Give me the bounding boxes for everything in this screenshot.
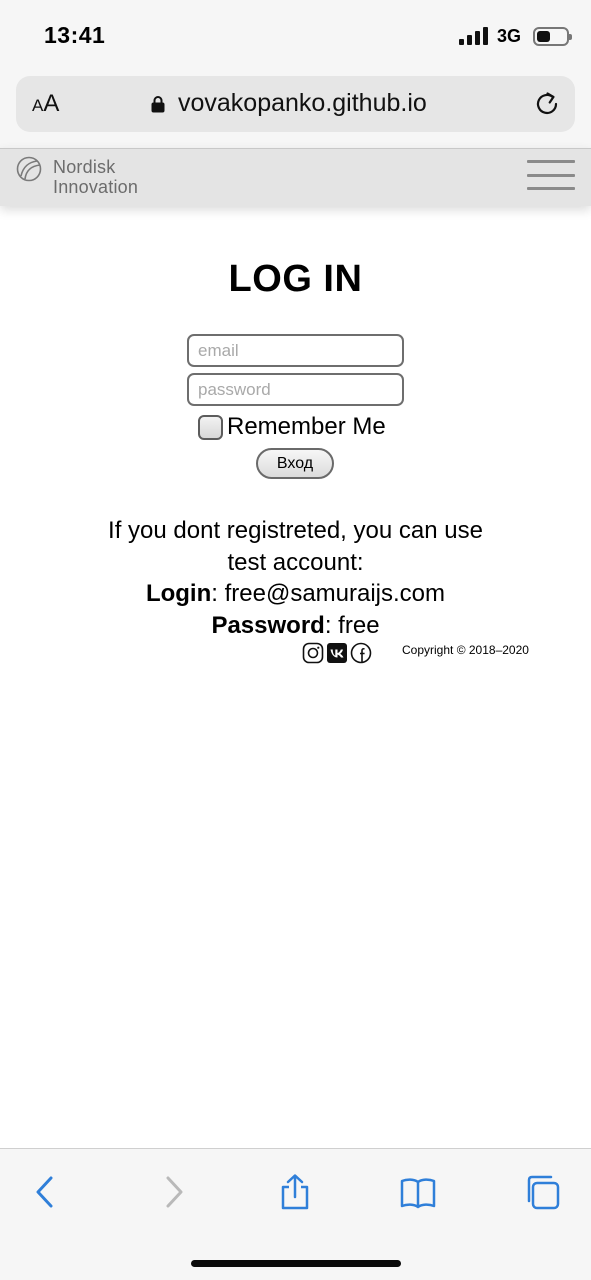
url-text[interactable]: vovakopanko.github.io [178, 89, 427, 118]
status-bar: 13:41 3G [0, 0, 591, 70]
back-icon[interactable] [28, 1174, 64, 1210]
logo-line-2: Innovation [53, 177, 139, 197]
lock-icon [151, 96, 165, 113]
login-credentials: Login: free@samuraijs.com [0, 578, 591, 610]
page-title: LOG IN [228, 258, 363, 300]
nordisk-logo-icon [16, 156, 42, 182]
password-credentials: Password: free [0, 610, 591, 642]
info-line-2: test account: [227, 548, 364, 576]
test-account-info: If you dont registreted, you can use tes… [0, 515, 591, 641]
bookmarks-icon[interactable] [400, 1174, 436, 1210]
login-label: Login [145, 580, 212, 607]
instagram-icon[interactable] [302, 642, 324, 664]
battery-icon [533, 26, 572, 46]
vk-icon[interactable] [326, 642, 348, 664]
address-bar[interactable]: AA vovakopanko.github.io [16, 76, 575, 132]
login-value: : free@samuraijs.com [211, 580, 446, 607]
social-links [302, 642, 372, 664]
password-value: : free [324, 611, 380, 639]
reload-icon[interactable] [533, 90, 561, 118]
facebook-icon[interactable] [350, 642, 372, 664]
login-button[interactable]: Вход [256, 448, 334, 479]
copyright-text: Copyright © 2018–2020 [402, 643, 529, 657]
home-indicator [191, 1260, 401, 1267]
text-size-button[interactable]: AA [32, 90, 59, 118]
status-indicators: 3G [458, 24, 572, 48]
network-type: 3G [496, 25, 521, 46]
browser-toolbar [0, 1148, 591, 1280]
signal-icon [458, 27, 488, 45]
logo-line-1: Nordisk [53, 157, 116, 177]
password-field[interactable] [187, 373, 404, 406]
tabs-icon[interactable] [524, 1174, 560, 1210]
email-field[interactable] [187, 334, 404, 367]
remember-me-checkbox[interactable] [198, 414, 223, 440]
share-icon[interactable] [277, 1174, 313, 1210]
remember-me-row: Remember Me [198, 413, 386, 441]
site-logo[interactable]: Nordisk Innovation [53, 157, 138, 197]
site-header: Nordisk Innovation [0, 148, 591, 206]
status-time: 13:41 [44, 22, 106, 48]
browser-address-area: AA vovakopanko.github.io [0, 70, 591, 148]
password-label: Password [211, 611, 325, 639]
hamburger-menu-icon[interactable] [527, 160, 575, 190]
info-line-1: If you dont registreted, you can use [108, 517, 483, 544]
forward-icon[interactable] [155, 1174, 191, 1210]
remember-me-label[interactable]: Remember Me [227, 413, 386, 441]
